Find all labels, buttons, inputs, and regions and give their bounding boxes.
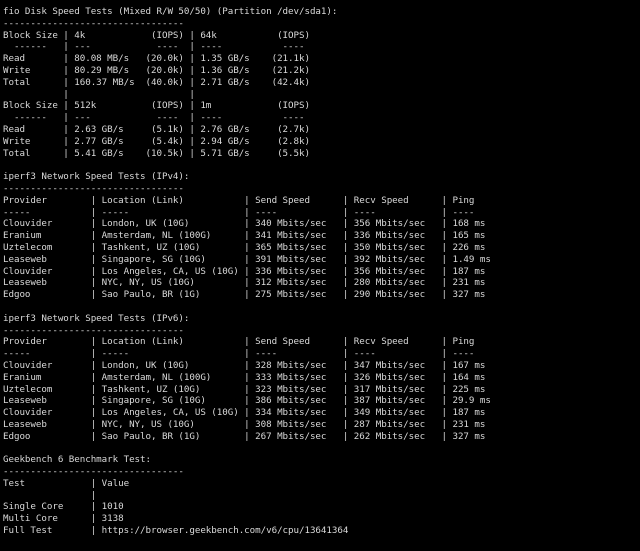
ipv6-row: Clouvider | Los Angeles, CA, US (10G) | … — [3, 407, 486, 419]
fio-row-write-2: Write | 2.77 GB/s (5.4k) | 2.94 GB/s (2.… — [3, 135, 310, 147]
geekbench-row-full-test: Full Test | https://browser.geekbench.co… — [3, 525, 349, 537]
ipv4-title: iperf3 Network Speed Tests (IPv4): — [3, 171, 190, 183]
fio-row-total-2: Total | 5.41 GB/s (10.5k) | 5.71 GB/s (5… — [3, 147, 310, 159]
fio-header-2: Block Size | 512k (IOPS) | 1m (IOPS) — [3, 100, 310, 112]
fio-separator: --------------------------------- — [3, 17, 184, 29]
fio-rule-1: ------ | --- ---- | ---- ---- — [3, 41, 305, 53]
ipv6-row: Edgoo | Sao Paulo, BR (1G) | 267 Mbits/s… — [3, 430, 486, 442]
ipv6-rule: ----- | ----- | ---- | ---- | ---- — [3, 348, 475, 360]
geekbench-row-single-core: Single Core | 1010 — [3, 501, 124, 513]
geekbench-row-multi-core: Multi Core | 3138 — [3, 513, 124, 525]
ipv6-row: Clouvider | London, UK (10G) | 328 Mbits… — [3, 359, 486, 371]
ipv4-rule: ----- | ----- | ---- | ---- | ---- — [3, 206, 475, 218]
geekbench-spacer: | — [3, 489, 97, 501]
ipv6-title: iperf3 Network Speed Tests (IPv6): — [3, 312, 190, 324]
ipv4-row: Leaseweb | NYC, NY, US (10G) | 312 Mbits… — [3, 277, 486, 289]
ipv4-row: Clouvider | Los Angeles, CA, US (10G) | … — [3, 265, 486, 277]
ipv4-row: Clouvider | London, UK (10G) | 340 Mbits… — [3, 218, 486, 230]
fio-title: fio Disk Speed Tests (Mixed R/W 50/50) (… — [3, 6, 338, 17]
fio-rule-2: ------ | --- ---- | ---- ---- — [3, 112, 305, 124]
ipv6-row: Leaseweb | Singapore, SG (10G) | 386 Mbi… — [3, 395, 491, 407]
fio-row-write-1: Write | 80.29 MB/s (20.0k) | 1.36 GB/s (… — [3, 64, 310, 76]
ipv6-separator: --------------------------------- — [3, 324, 184, 336]
ipv6-row: Leaseweb | NYC, NY, US (10G) | 308 Mbits… — [3, 418, 486, 430]
ipv4-row: Leaseweb | Singapore, SG (10G) | 391 Mbi… — [3, 253, 491, 265]
ipv4-row: Edgoo | Sao Paulo, BR (1G) | 275 Mbits/s… — [3, 289, 486, 301]
fio-spacer: | | — [3, 88, 195, 100]
fio-row-read-2: Read | 2.63 GB/s (5.1k) | 2.76 GB/s (2.7… — [3, 123, 310, 135]
terminal-output: fio Disk Speed Tests (Mixed R/W 50/50) (… — [0, 0, 640, 551]
ipv4-row: Eranium | Amsterdam, NL (100G) | 341 Mbi… — [3, 230, 486, 242]
ipv6-row: Eranium | Amsterdam, NL (100G) | 333 Mbi… — [3, 371, 486, 383]
fio-row-read-1: Read | 80.08 MB/s (20.0k) | 1.35 GB/s (2… — [3, 53, 310, 65]
ipv4-separator: --------------------------------- — [3, 182, 184, 194]
ipv4-header: Provider | Location (Link) | Send Speed … — [3, 194, 475, 206]
ipv6-header: Provider | Location (Link) | Send Speed … — [3, 336, 475, 348]
fio-header-1: Block Size | 4k (IOPS) | 64k (IOPS) — [3, 29, 310, 41]
fio-row-total-1: Total | 160.37 MB/s (40.0k) | 2.71 GB/s … — [3, 76, 310, 88]
geekbench-separator: --------------------------------- — [3, 466, 184, 478]
ipv6-row: Uztelecom | Tashkent, UZ (10G) | 323 Mbi… — [3, 383, 486, 395]
ipv4-row: Uztelecom | Tashkent, UZ (10G) | 365 Mbi… — [3, 241, 486, 253]
geekbench-title: Geekbench 6 Benchmark Test: — [3, 454, 151, 466]
geekbench-header: Test | Value — [3, 477, 130, 489]
